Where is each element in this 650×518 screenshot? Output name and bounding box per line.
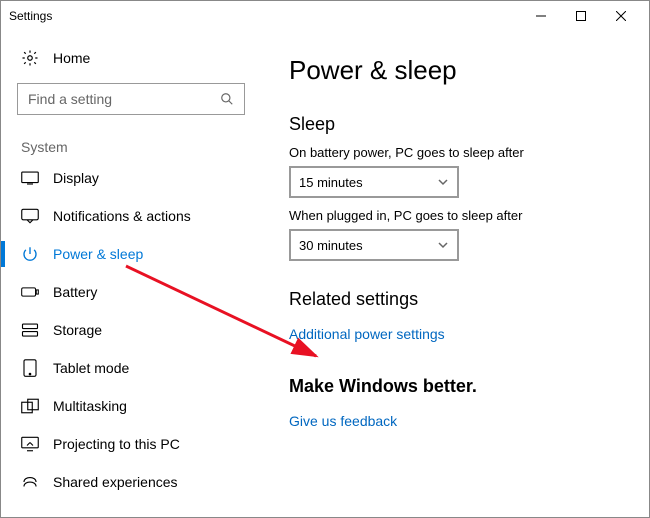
window-title: Settings: [9, 9, 521, 23]
projecting-icon: [21, 435, 39, 453]
tablet-icon: [21, 359, 39, 377]
sidebar-item-tablet-mode[interactable]: Tablet mode: [1, 349, 261, 387]
home-label: Home: [53, 50, 90, 66]
close-button[interactable]: [601, 1, 641, 31]
sidebar-item-label: Power & sleep: [53, 246, 143, 262]
minimize-button[interactable]: [521, 1, 561, 31]
select-value: 30 minutes: [299, 238, 363, 253]
display-icon: [21, 169, 39, 187]
sidebar-item-battery[interactable]: Battery: [1, 273, 261, 311]
shared-icon: [21, 473, 39, 491]
sidebar-item-power-sleep[interactable]: Power & sleep: [1, 235, 261, 273]
sidebar-item-label: Notifications & actions: [53, 208, 191, 224]
notifications-icon: [21, 207, 39, 225]
storage-icon: [21, 321, 39, 339]
select-value: 15 minutes: [299, 175, 363, 190]
plugged-sleep-select[interactable]: 30 minutes: [289, 229, 459, 261]
sidebar-item-label: Shared experiences: [53, 474, 178, 490]
sidebar-group-label: System: [1, 129, 261, 159]
make-windows-better-heading: Make Windows better.: [289, 376, 625, 397]
sidebar-item-label: Display: [53, 170, 99, 186]
power-icon: [21, 245, 39, 263]
sidebar-item-label: Multitasking: [53, 398, 127, 414]
sidebar-item-multitasking[interactable]: Multitasking: [1, 387, 261, 425]
main-content: Power & sleep Sleep On battery power, PC…: [261, 31, 649, 517]
sidebar-item-label: Tablet mode: [53, 360, 129, 376]
battery-sleep-label: On battery power, PC goes to sleep after: [289, 145, 625, 160]
search-placeholder: Find a setting: [28, 91, 220, 107]
plugged-sleep-label: When plugged in, PC goes to sleep after: [289, 208, 625, 223]
additional-power-settings-link[interactable]: Additional power settings: [289, 326, 445, 342]
chevron-down-icon: [437, 176, 449, 188]
sidebar-item-shared-experiences[interactable]: Shared experiences: [1, 463, 261, 501]
multitasking-icon: [21, 397, 39, 415]
page-title: Power & sleep: [289, 55, 625, 86]
sidebar-item-notifications[interactable]: Notifications & actions: [1, 197, 261, 235]
sidebar-item-display[interactable]: Display: [1, 159, 261, 197]
sidebar: Home Find a setting System Display Notif…: [1, 31, 261, 517]
sidebar-item-label: Storage: [53, 322, 102, 338]
search-icon: [220, 92, 234, 106]
sidebar-item-label: Projecting to this PC: [53, 436, 180, 452]
sleep-heading: Sleep: [289, 114, 625, 135]
home-button[interactable]: Home: [1, 39, 261, 77]
search-container: Find a setting: [1, 77, 261, 129]
search-input[interactable]: Find a setting: [17, 83, 245, 115]
sidebar-item-storage[interactable]: Storage: [1, 311, 261, 349]
related-settings-heading: Related settings: [289, 289, 625, 310]
battery-sleep-select[interactable]: 15 minutes: [289, 166, 459, 198]
gear-icon: [21, 49, 39, 67]
window-body: Home Find a setting System Display Notif…: [1, 31, 649, 517]
sidebar-item-label: Battery: [53, 284, 97, 300]
maximize-button[interactable]: [561, 1, 601, 31]
battery-icon: [21, 283, 39, 301]
titlebar: Settings: [1, 1, 649, 31]
settings-window: Settings Home Find a setting: [0, 0, 650, 518]
give-feedback-link[interactable]: Give us feedback: [289, 413, 397, 429]
chevron-down-icon: [437, 239, 449, 251]
sidebar-item-projecting[interactable]: Projecting to this PC: [1, 425, 261, 463]
